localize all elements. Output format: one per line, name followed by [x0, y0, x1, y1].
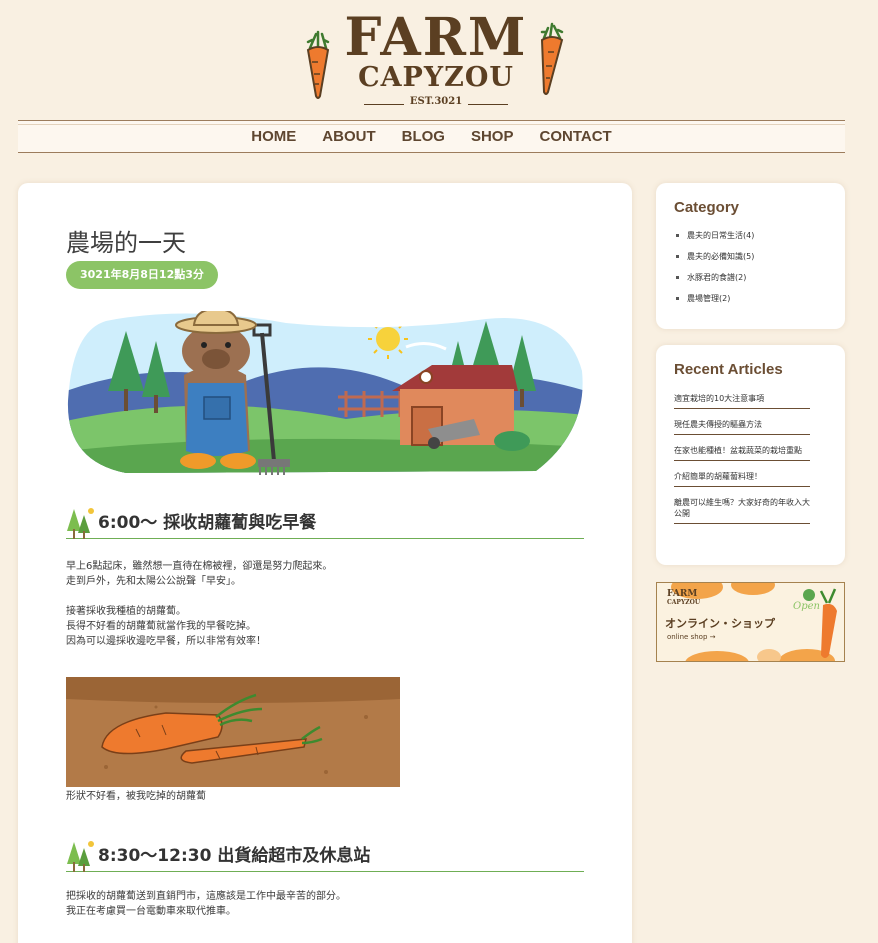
paragraph-line: 走到戶外，先和太陽公公說聲「早安」。: [66, 576, 241, 587]
nav-home-link[interactable]: HOME: [238, 128, 309, 145]
carrot-left-icon: [306, 30, 330, 99]
category-item[interactable]: 農場管理(2): [676, 288, 754, 309]
tree-icon: [67, 508, 94, 539]
paragraph-line: 因為可以邊採收邊吃早餐，所以非常有效率！: [66, 636, 266, 647]
logo-est-text: EST.3021: [409, 96, 463, 107]
nav-blog-link[interactable]: BLOG: [389, 128, 458, 145]
online-shop-banner[interactable]: FARM CAPYZOU Open オンライン・ショップ online shop…: [656, 582, 845, 662]
site-logo[interactable]: FARM CAPYZOU EST.3021: [296, 8, 576, 116]
recent-article-link[interactable]: 適宜栽培的10大注意事項: [674, 389, 810, 409]
logo-capyzou-text: CAPYZOU: [358, 62, 514, 93]
tree-icon: [67, 841, 94, 872]
article-date-badge: 3021年8月8日12點3分: [66, 261, 218, 289]
nav-shop-link[interactable]: SHOP: [458, 128, 527, 145]
carrot-right-icon: [540, 22, 564, 95]
recent-articles-list[interactable]: 適宜栽培的10大注意事項 現任農夫傳授的驅蟲方法 在家也能種植！盆栽蔬菜的栽培重…: [674, 389, 826, 549]
recent-articles-card: Recent Articles 適宜栽培的10大注意事項 現任農夫傳授的驅蟲方法…: [656, 345, 845, 565]
paragraph-line: 早上6點起床，雖然想一直待在棉被裡，卻還是努力爬起來。: [66, 561, 333, 572]
paragraph-line: 接著採收我種植的胡蘿蔔。: [66, 606, 186, 617]
article-title: 農場的一天: [66, 229, 186, 257]
banner-open-text: Open: [793, 601, 820, 612]
section-heading-text: 8:30～12:30 出貨給超市及休息站: [98, 846, 371, 866]
recent-articles-title: Recent Articles: [674, 361, 783, 378]
nav-about-link[interactable]: ABOUT: [309, 128, 388, 145]
article-card: 農場的一天 3021年8月8日12點3分 6:00～ 採收胡蘿蔔與吃早餐 早上6…: [18, 183, 632, 943]
recent-article-link[interactable]: 在家也能種植！盆栽蔬菜的栽培重點: [674, 441, 810, 461]
section-1-body: 早上6點起床，雖然想一直待在棉被裡，卻還是努力爬起來。 走到戶外，先和太陽公公說…: [66, 559, 332, 649]
nav-contact-link[interactable]: CONTACT: [526, 128, 624, 145]
logo-line-right: [468, 104, 508, 105]
main-nav: HOME ABOUT BLOG SHOP CONTACT: [18, 120, 845, 153]
site-header: FARM CAPYZOU EST.3021: [0, 0, 878, 120]
logo-farm-text: FARM: [344, 7, 528, 68]
category-title: Category: [674, 199, 740, 216]
category-list: 農夫的日常生活(4) 農夫的必備知識(5) 水豚君的食譜(2) 農場管理(2): [676, 225, 754, 309]
section-heading-2: 8:30～12:30 出貨給超市及休息站: [66, 838, 584, 872]
banner-logo-top: FARM: [667, 589, 698, 599]
photo-caption: 形狀不好看，被我吃掉的胡蘿蔔: [66, 791, 206, 802]
section-heading-text: 6:00～ 採收胡蘿蔔與吃早餐: [98, 513, 317, 533]
section-2-body: 把採收的胡蘿蔔送到直銷門市，這應該是工作中最辛苦的部分。 我正在考慮買一台電動車…: [66, 889, 346, 919]
paragraph-line: 把採收的胡蘿蔔送到直銷門市，這應該是工作中最辛苦的部分。: [66, 891, 346, 902]
category-item[interactable]: 水豚君的食譜(2): [676, 267, 754, 288]
nav-inner-line: [18, 124, 845, 125]
category-card: Category 農夫的日常生活(4) 農夫的必備知識(5) 水豚君的食譜(2)…: [656, 183, 845, 329]
banner-shop-sub: online shop →: [667, 633, 716, 641]
category-item[interactable]: 農夫的必備知識(5): [676, 246, 754, 267]
category-item[interactable]: 農夫的日常生活(4): [676, 225, 754, 246]
recent-article-link[interactable]: 離農可以維生嗎？大家好奇的年收入大公開: [674, 493, 810, 524]
carrot-photo: [66, 677, 400, 787]
hero-illustration: [67, 311, 583, 475]
recent-article-link[interactable]: 現任農夫傳授的驅蟲方法: [674, 415, 810, 435]
banner-shop-title: オンライン・ショップ: [665, 617, 775, 630]
section-heading-1: 6:00～ 採收胡蘿蔔與吃早餐: [66, 505, 584, 539]
paragraph-line: 我正在考慮買一台電動車來取代推車。: [66, 906, 236, 917]
recent-article-link[interactable]: 介紹簡單的胡蘿蔔料理！: [674, 467, 810, 487]
banner-logo-bottom: CAPYZOU: [667, 599, 701, 606]
paragraph-line: 長得不好看的胡蘿蔔就當作我的早餐吃掉。: [66, 621, 256, 632]
